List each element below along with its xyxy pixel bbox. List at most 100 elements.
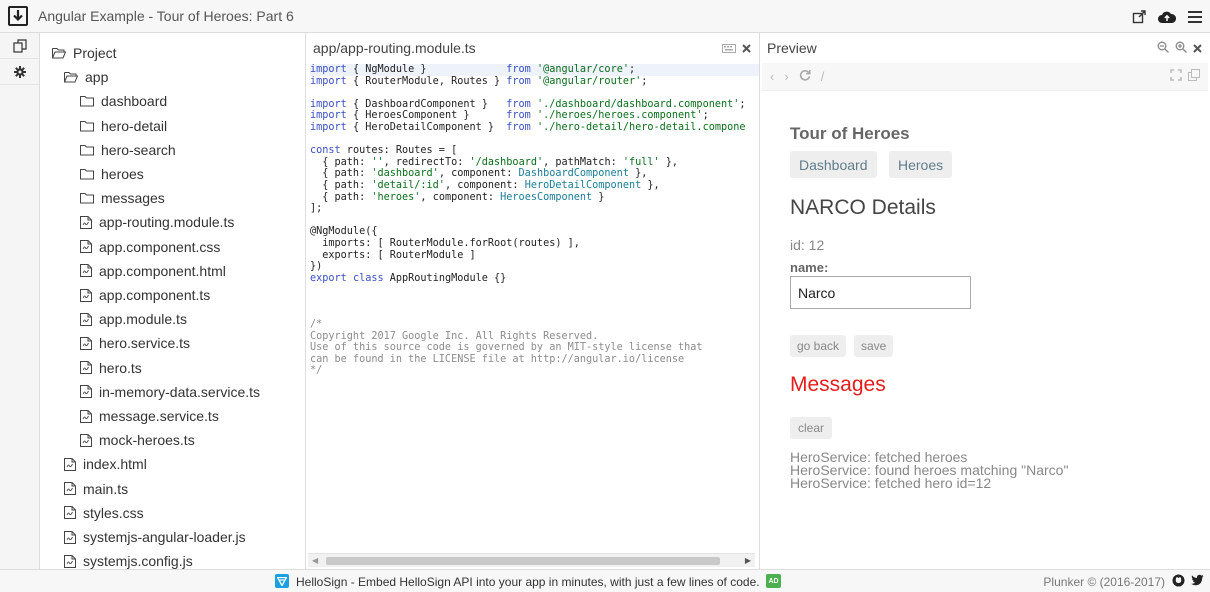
folder-open-icon [64,71,82,83]
tree-file-item[interactable]: app.component.ts [80,284,210,306]
hamburger-menu-icon[interactable] [1188,10,1202,23]
nav-dashboard-button[interactable]: Dashboard [790,151,877,178]
refresh-icon[interactable] [799,69,811,84]
file-icon [80,361,96,375]
message-line: HeroService: fetched hero id=12 [790,475,992,491]
code-token: './dashboard/dashboard.component' [536,98,740,110]
nav-heroes-button[interactable]: Heroes [889,151,953,178]
zoom-out-icon[interactable] [1157,40,1169,56]
tree-file-item[interactable]: mock-heroes.ts [80,429,195,451]
tree-folder-item[interactable]: hero-detail [80,115,167,137]
code-line: imports: [ RouterModule.forRoot(routes) … [310,238,759,250]
scroll-left-arrow-icon[interactable]: ◀ [312,556,318,565]
tree-file-item[interactable]: index.html [64,453,147,475]
code-token: , component: [444,179,525,191]
hellosign-logo-icon[interactable] [275,574,289,588]
code-line: can be found in the LICENSE file at http… [310,354,759,366]
code-line: }) [310,261,759,273]
tree-folder-item[interactable]: app [64,66,108,88]
file-icon [80,264,96,278]
files-icon[interactable] [0,33,39,59]
file-icon [80,433,96,447]
horizontal-scrollbar[interactable]: ◀ ▶ [308,553,755,567]
tree-folder-item[interactable]: Project [52,42,117,64]
tree-folder-item[interactable]: messages [80,187,165,209]
gear-icon[interactable] [0,59,39,85]
forward-icon[interactable]: › [784,69,788,84]
tree-file-item[interactable]: app.module.ts [80,308,187,330]
keyboard-icon[interactable] [722,40,736,56]
tree-folder-item[interactable]: heroes [80,163,144,185]
back-icon[interactable]: ‹ [770,69,774,84]
close-icon[interactable] [742,40,751,56]
hero-id-text: id: 12 [790,237,825,253]
tree-file-item[interactable]: in-memory-data.service.ts [80,381,260,403]
tree-folder-item[interactable]: dashboard [80,90,167,112]
close-icon[interactable] [1193,40,1202,56]
scroll-right-arrow-icon[interactable]: ▶ [745,556,751,565]
tree-file-item[interactable]: systemjs-angular-loader.js [64,526,246,548]
github-icon[interactable] [1172,574,1185,590]
file-icon [64,506,80,520]
tree-file-item[interactable]: hero.service.ts [80,332,190,354]
code-token: ; [628,64,636,75]
hero-details-heading: NARCO Details [790,196,936,219]
code-line: ]; [310,203,759,215]
clear-messages-button[interactable]: clear [790,417,833,439]
code-line: import { RouterModule, Routes } from '@a… [310,76,759,88]
code-token: } [592,191,605,203]
file-icon [64,554,80,568]
twitter-icon[interactable] [1191,574,1204,590]
cloud-upload-icon[interactable] [1158,10,1176,24]
scrollbar-thumb[interactable] [326,557,720,565]
code-token: can be found in the LICENSE file at http… [310,353,685,365]
go-back-button[interactable]: go back [790,335,847,357]
folder-icon [80,120,98,132]
code-line: /* [310,319,759,331]
code-token: import [310,110,347,122]
file-icon [64,482,80,496]
folder-open-icon [52,47,70,59]
tree-file-item[interactable]: styles.css [64,502,144,524]
code-token: from [506,98,531,110]
code-line: Use of this source code is governed by a… [310,342,759,354]
editor-tab[interactable]: app/app-routing.module.ts [306,33,759,62]
code-token: '@angular/router' [536,75,642,87]
download-icon[interactable] [8,6,28,26]
new-window-icon[interactable] [1188,69,1200,84]
code-token: import [310,75,347,87]
code-line: Copyright 2017 Google Inc. All Rights Re… [310,331,759,343]
code-token: '/dashboard' [469,156,544,168]
tree-file-item[interactable]: app-routing.module.ts [80,211,234,233]
tree-file-item[interactable]: main.ts [64,478,128,500]
tree-item-label: messages [101,190,165,207]
tree-file-item[interactable]: hero.ts [80,357,142,379]
tree-file-item[interactable]: app.component.css [80,236,220,258]
preview-url[interactable]: / [821,69,825,84]
code-token: './hero-detail/hero-detail.compone [536,121,746,133]
save-button[interactable]: save [854,335,894,357]
tree-file-item[interactable]: app.component.html [80,260,226,282]
tree-item-label: app-routing.module.ts [99,214,235,231]
code-token: ; [739,98,746,110]
zoom-in-icon[interactable] [1175,40,1187,56]
fullscreen-icon[interactable] [1170,69,1182,84]
tree-folder-item[interactable]: hero-search [80,139,176,161]
code-line: { path: '', redirectTo: '/dashboard', pa… [310,157,759,169]
code-area[interactable]: import { NgModule } from '@angular/core'… [310,64,759,551]
tree-file-item[interactable]: message.service.ts [80,405,219,427]
code-token: */ [310,365,323,377]
code-line: */ [310,365,759,377]
external-link-icon[interactable] [1132,9,1146,24]
messages-heading: Messages [790,373,886,396]
preview-url-bar: ‹ › / [762,63,1208,91]
hero-name-input[interactable] [790,276,971,309]
tree-item-label: app.component.css [99,238,221,255]
code-token: import [310,121,347,133]
code-line: { path: 'heroes', component: HeroesCompo… [310,192,759,204]
file-icon [80,288,96,302]
code-token: Use of this source code is governed by a… [310,342,703,354]
code-token: { HeroesComponent } [346,110,507,122]
ad-link-text[interactable]: HelloSign - Embed HelloSign API into you… [296,575,760,589]
